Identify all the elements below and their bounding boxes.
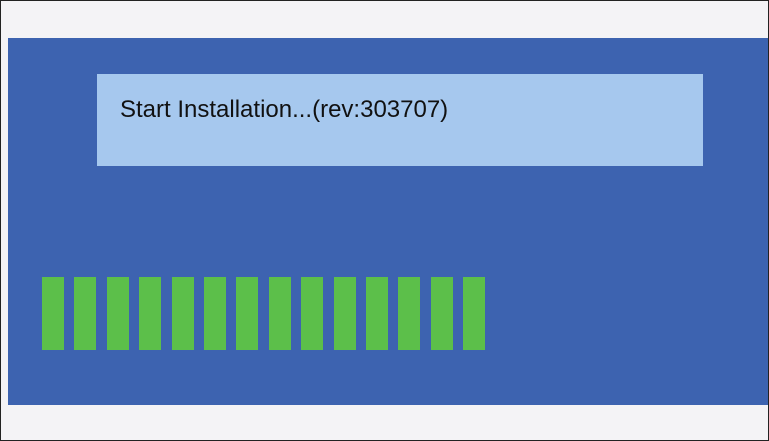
- installation-status-text: Start Installation...(rev:303707): [120, 96, 449, 123]
- progress-segment: [204, 277, 226, 350]
- progress-segment: [42, 277, 64, 350]
- installer-panel: Start Installation...(rev:303707): [8, 38, 768, 405]
- progress-segment: [269, 277, 291, 350]
- progress-segment: [172, 277, 194, 350]
- progress-segment: [107, 277, 129, 350]
- progress-segment: [236, 277, 258, 350]
- progress-segment: [398, 277, 420, 350]
- installer-screen: Start Installation...(rev:303707): [0, 0, 769, 441]
- progress-segment: [366, 277, 388, 350]
- status-message-box: Start Installation...(rev:303707): [97, 74, 703, 166]
- progress-segment: [334, 277, 356, 350]
- progress-segment: [463, 277, 485, 350]
- progress-segment: [431, 277, 453, 350]
- progress-segment: [139, 277, 161, 350]
- progress-segment: [301, 277, 323, 350]
- progress-segment: [74, 277, 96, 350]
